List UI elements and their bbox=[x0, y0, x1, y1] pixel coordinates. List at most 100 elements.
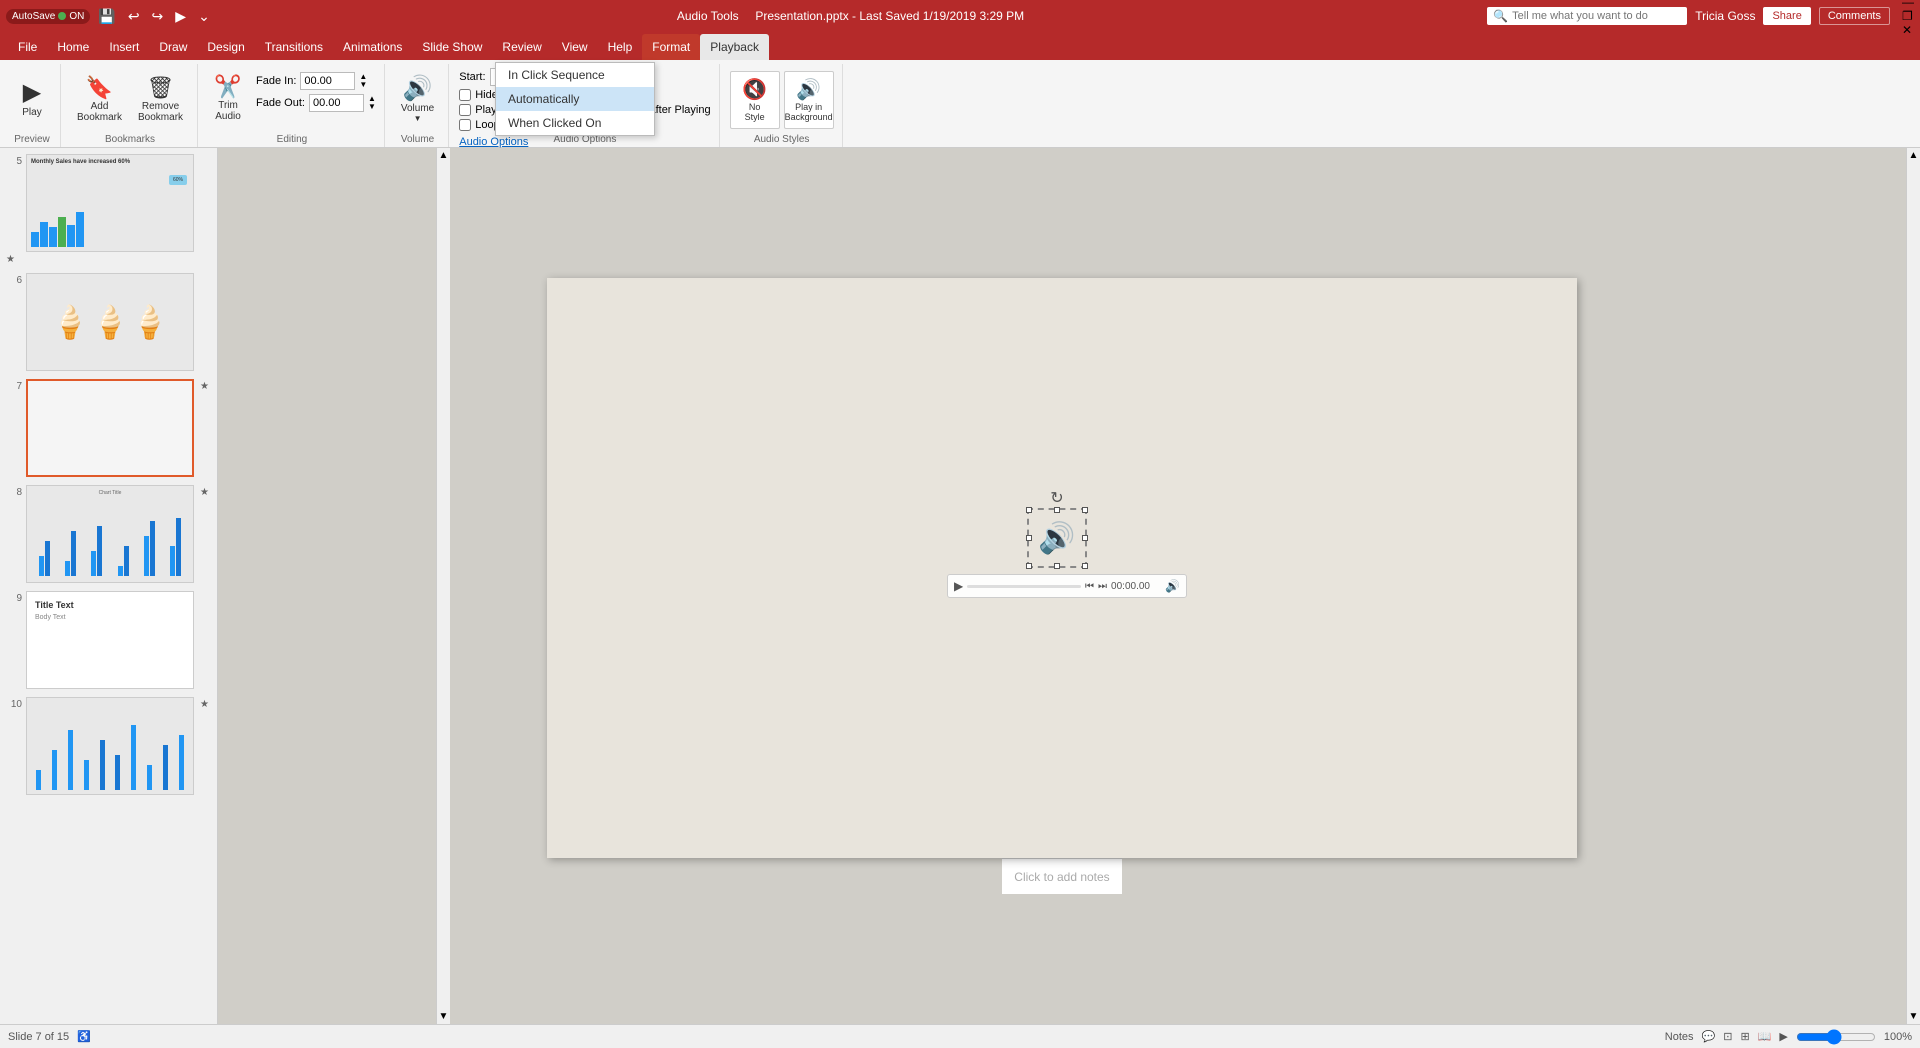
minimize-button[interactable]: — bbox=[1902, 0, 1914, 9]
audio-element[interactable]: ↻ 🔊 ▶ ⏮ ⏭ 00: bbox=[1027, 508, 1087, 568]
remove-bookmark-button[interactable]: 🗑 RemoveBookmark bbox=[132, 73, 189, 127]
tab-playback[interactable]: Playback bbox=[700, 34, 769, 60]
playbar-play-button[interactable]: ▶ bbox=[954, 579, 963, 593]
tab-home[interactable]: Home bbox=[47, 34, 99, 60]
slide-thumb-8[interactable]: 8 Chart Title bbox=[4, 483, 213, 585]
slide-thumb-6[interactable]: 6 🍦🍦🍦 bbox=[4, 271, 213, 373]
tab-transitions[interactable]: Transitions bbox=[255, 34, 333, 60]
trim-audio-button[interactable]: ✂️ TrimAudio bbox=[208, 72, 248, 126]
dropdown-item-in-click-sequence[interactable]: In Click Sequence bbox=[496, 63, 654, 87]
comments-button[interactable]: Comments bbox=[1819, 7, 1890, 25]
slideshow-button[interactable]: ▶ bbox=[1779, 1030, 1787, 1043]
hide-during-show-checkbox[interactable] bbox=[459, 89, 471, 101]
playbar-volume-icon[interactable]: 🔊 bbox=[1165, 579, 1180, 593]
tab-review[interactable]: Review bbox=[492, 34, 551, 60]
title-bar: AutoSave ON 💾 ↩ ↪ ▶ ⌄ Audio Tools Presen… bbox=[0, 0, 1920, 32]
forward-button[interactable]: ⏭ bbox=[1098, 581, 1107, 592]
right-scroll-down[interactable]: ▼ bbox=[1907, 1009, 1920, 1024]
ribbon: ▶ Play Preview 🔖 AddBookmark 🗑 RemoveBoo… bbox=[0, 60, 1920, 148]
handle-tm[interactable] bbox=[1054, 507, 1060, 513]
undo-button[interactable]: ↩ bbox=[124, 6, 144, 27]
fade-in-input[interactable] bbox=[300, 72, 355, 90]
right-scrollbar[interactable]: ▲ ▼ bbox=[1906, 148, 1920, 1024]
slide-thumb-10[interactable]: 10 ★ bbox=[4, 695, 213, 797]
reading-view-button[interactable]: 📖 bbox=[1758, 1030, 1772, 1043]
handle-tr[interactable] bbox=[1082, 507, 1088, 513]
notes-label[interactable]: Notes bbox=[1665, 1031, 1694, 1043]
search-input[interactable] bbox=[1512, 10, 1672, 22]
handle-mr[interactable] bbox=[1082, 535, 1088, 541]
fade-in-down[interactable]: ▼ bbox=[359, 81, 367, 89]
tab-help[interactable]: Help bbox=[598, 34, 643, 60]
scroll-down-arrow[interactable]: ▼ bbox=[439, 1011, 449, 1022]
tab-file[interactable]: File bbox=[8, 34, 47, 60]
tab-design[interactable]: Design bbox=[197, 34, 254, 60]
fade-out-down[interactable]: ▼ bbox=[368, 103, 376, 111]
dropdown-item-automatically[interactable]: Automatically bbox=[496, 87, 654, 111]
tab-format[interactable]: Format bbox=[642, 34, 700, 60]
rotate-handle[interactable]: ↻ bbox=[1050, 488, 1063, 508]
slide-img-6[interactable]: 🍦🍦🍦 bbox=[26, 273, 194, 371]
slide-thumb-9[interactable]: 9 Title Text Body Text bbox=[4, 589, 213, 691]
search-icon: 🔍 bbox=[1493, 9, 1508, 23]
slide-sorter-button[interactable]: ⊞ bbox=[1740, 1030, 1749, 1043]
slide-img-9[interactable]: Title Text Body Text bbox=[26, 591, 194, 689]
progress-bar[interactable] bbox=[967, 585, 1081, 588]
slide-img-5[interactable]: Monthly Sales have increased 60% 60% bbox=[26, 154, 194, 252]
slide-img-8[interactable]: Chart Title bbox=[26, 485, 194, 583]
volume-label: Volume bbox=[401, 103, 434, 114]
fade-in-label: Fade In: bbox=[256, 75, 296, 87]
slide-canvas: ↻ 🔊 ▶ ⏮ ⏭ 00: bbox=[547, 278, 1577, 858]
tab-insert[interactable]: Insert bbox=[99, 34, 149, 60]
volume-dropdown-arrow[interactable]: ▼ bbox=[414, 114, 422, 123]
autosave-toggle[interactable]: AutoSave ON bbox=[6, 9, 90, 24]
comment-view-icon[interactable]: 💬 bbox=[1702, 1030, 1716, 1043]
zoom-level: 100% bbox=[1884, 1031, 1912, 1043]
ribbon-tabs: File Home Insert Draw Design Transitions… bbox=[0, 32, 1920, 60]
save-button[interactable]: 💾 bbox=[94, 6, 119, 27]
zoom-slider[interactable] bbox=[1796, 1029, 1876, 1045]
tab-slideshow[interactable]: Slide Show bbox=[412, 34, 492, 60]
normal-view-button[interactable]: ⊡ bbox=[1723, 1030, 1732, 1043]
notes-area[interactable]: Click to add notes bbox=[1002, 858, 1121, 894]
start-dropdown-menu[interactable]: In Click Sequence Automatically When Cli… bbox=[495, 62, 655, 136]
slide-thumb-5[interactable]: 5 Monthly Sales have increased 60% 60% bbox=[4, 152, 213, 267]
rewind-button[interactable]: ⏮ bbox=[1085, 581, 1094, 592]
slide-img-10[interactable] bbox=[26, 697, 194, 795]
share-button[interactable]: Share bbox=[1763, 7, 1810, 25]
slide-info: Slide 7 of 15 bbox=[8, 1031, 69, 1043]
customize-qat-button[interactable]: ⌄ bbox=[194, 6, 214, 27]
add-bookmark-button[interactable]: 🔖 AddBookmark bbox=[71, 73, 128, 127]
ribbon-group-audio-styles: 🔇 NoStyle 🔊 Play inBackground Audio Styl… bbox=[722, 64, 843, 147]
play-across-slides-checkbox[interactable] bbox=[459, 104, 471, 116]
fade-out-input[interactable] bbox=[309, 94, 364, 112]
restore-button[interactable]: ❐ bbox=[1902, 9, 1914, 23]
handle-bm[interactable] bbox=[1054, 563, 1060, 569]
loop-checkbox[interactable] bbox=[459, 119, 471, 131]
start-label: Start: bbox=[459, 71, 485, 83]
handle-tl[interactable] bbox=[1026, 507, 1032, 513]
handle-br[interactable] bbox=[1082, 563, 1088, 569]
play-preview-button[interactable]: ▶ Play bbox=[12, 77, 52, 122]
close-button[interactable]: ✕ bbox=[1902, 23, 1914, 37]
tab-view[interactable]: View bbox=[552, 34, 598, 60]
scroll-up-arrow[interactable]: ▲ bbox=[439, 150, 449, 161]
right-scroll-up[interactable]: ▲ bbox=[1907, 148, 1920, 163]
slide-img-7[interactable] bbox=[26, 379, 194, 477]
handle-ml[interactable] bbox=[1026, 535, 1032, 541]
bookmark-remove-icon: 🗑 bbox=[147, 77, 175, 99]
bookmarks-group-label: Bookmarks bbox=[63, 134, 197, 145]
window-controls[interactable]: — ❐ ✕ bbox=[1902, 0, 1914, 37]
tab-animations[interactable]: Animations bbox=[333, 34, 412, 60]
no-style-button[interactable]: 🔇 NoStyle bbox=[730, 71, 780, 129]
volume-button[interactable]: 🔊 Volume ▼ bbox=[395, 73, 440, 127]
present-button[interactable]: ▶ bbox=[171, 6, 190, 27]
tab-draw[interactable]: Draw bbox=[149, 34, 197, 60]
play-background-button[interactable]: 🔊 Play inBackground bbox=[784, 71, 834, 129]
dropdown-item-when-clicked[interactable]: When Clicked On bbox=[496, 111, 654, 135]
redo-button[interactable]: ↪ bbox=[148, 6, 168, 27]
handle-bl[interactable] bbox=[1026, 563, 1032, 569]
main-area: 5 Monthly Sales have increased 60% 60% bbox=[0, 148, 1920, 1024]
slide-thumb-7[interactable]: 7 ★ bbox=[4, 377, 213, 479]
audio-speaker-icon: 🔊 bbox=[1038, 521, 1075, 556]
